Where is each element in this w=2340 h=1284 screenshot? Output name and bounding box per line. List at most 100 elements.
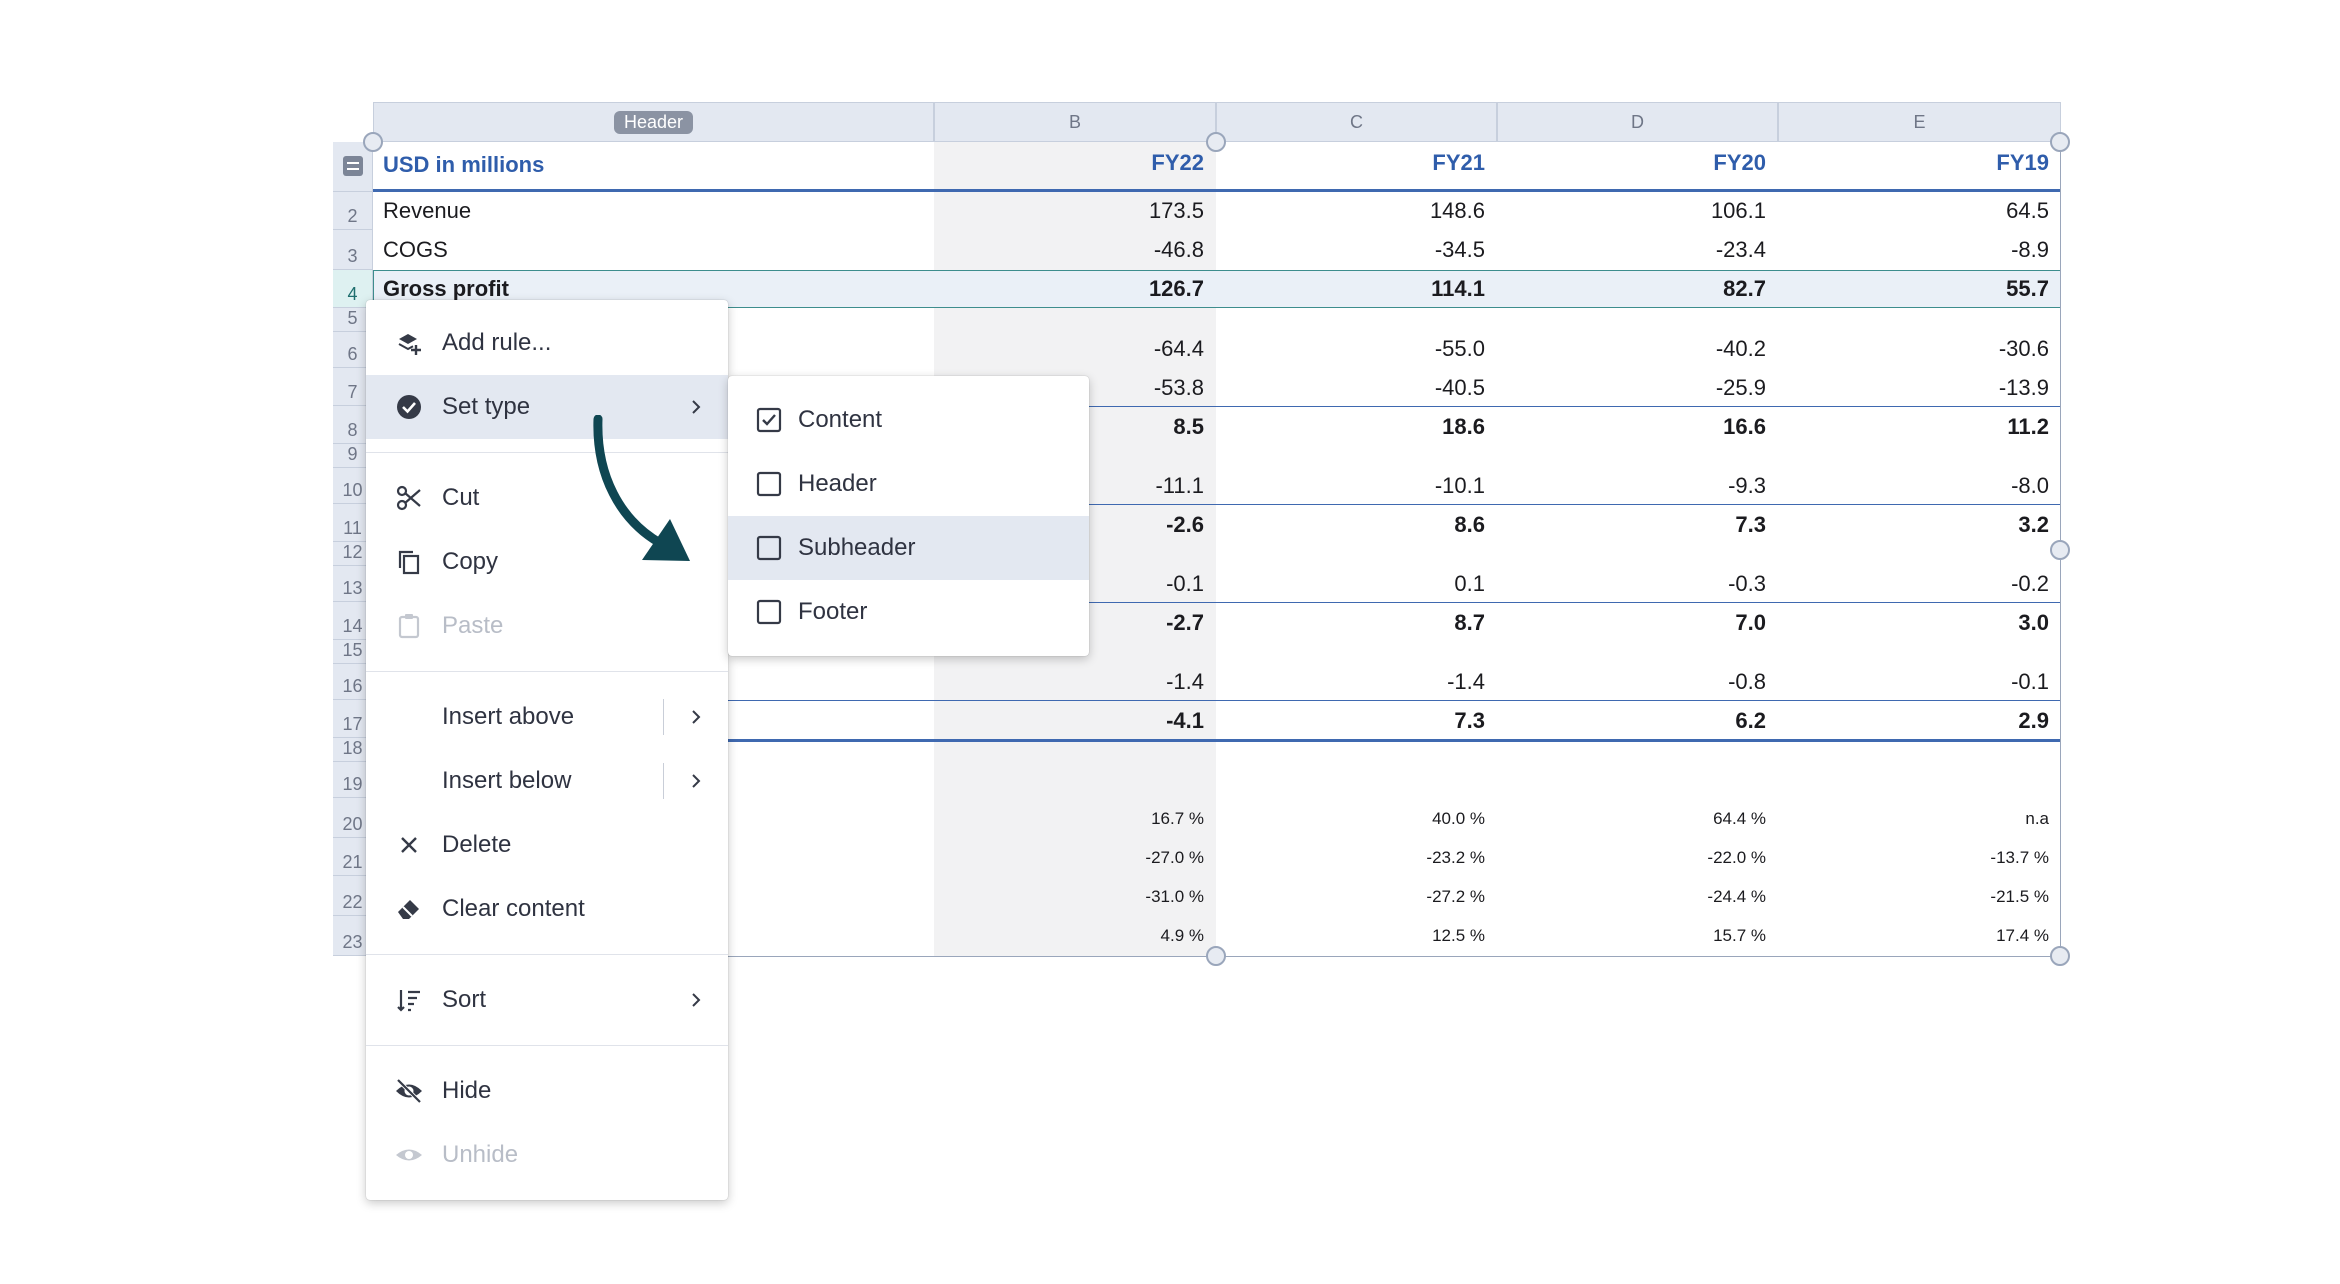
menu-item-label: Hide	[442, 1077, 492, 1104]
menu-item-paste[interactable]: Paste	[366, 594, 728, 658]
header-value: FY21	[1432, 150, 1485, 175]
cell-value: 3.0	[2018, 610, 2049, 635]
menu-separator	[366, 671, 728, 672]
chevron-right-icon	[692, 993, 701, 1007]
close-icon	[394, 830, 424, 860]
menu-item-divider	[663, 699, 664, 735]
cell-value: -31.0 %	[1145, 887, 1204, 906]
menu-item-hide[interactable]: Hide	[366, 1059, 728, 1123]
cell-value: -34.5	[1434, 237, 1485, 262]
cell-value: 3.2	[2018, 512, 2049, 537]
submenu-item-label: Content	[798, 406, 883, 433]
cell-value: -8.0	[2011, 473, 2049, 498]
menu-item-delete[interactable]: Delete	[366, 813, 728, 877]
column-header-d[interactable]: D	[1497, 102, 1778, 142]
row-menu-icon	[342, 155, 363, 176]
cell-value: -30.6	[1998, 336, 2049, 361]
eraser-icon	[394, 894, 424, 924]
submenu-item-header[interactable]: Header	[728, 452, 1089, 516]
cell-value: -0.1	[2011, 669, 2049, 694]
annotation-arrow-icon	[593, 415, 690, 561]
add-rule-icon	[394, 328, 424, 358]
column-header-b[interactable]: B	[934, 102, 1216, 142]
menu-item-label: Copy	[442, 548, 499, 575]
header-label: USD in millions	[383, 152, 545, 177]
cell-value: -4.1	[1166, 708, 1204, 733]
resize-handle[interactable]	[2050, 946, 2070, 966]
cell-value: -10.1	[1434, 473, 1485, 498]
cell-value: -1.4	[1166, 669, 1204, 694]
menu-item-clear-content[interactable]: Clear content	[366, 877, 728, 941]
submenu-item-content[interactable]: Content	[728, 388, 1089, 452]
menu-item-label: Clear content	[442, 895, 585, 922]
column-header-e[interactable]: E	[1778, 102, 2061, 142]
resize-handle[interactable]	[1206, 946, 1226, 966]
cell-value: 64.4 %	[1713, 809, 1766, 828]
cell-value: 55.7	[2006, 276, 2049, 301]
menu-item-insert-above[interactable]: Insert above	[366, 685, 728, 749]
cell-value: -13.9	[1998, 375, 2049, 400]
menu-item-label: Paste	[442, 612, 504, 639]
chevron-right-icon[interactable]	[686, 771, 706, 791]
menu-item-unhide[interactable]: Unhide	[366, 1123, 728, 1187]
set-type-submenu: Content Header Subheader Footer	[728, 376, 1089, 656]
checkbox-checked-icon	[754, 405, 784, 435]
cell-value: 17.4 %	[1996, 926, 2049, 945]
menu-item-label: Sort	[442, 986, 487, 1013]
cell-value: -22.0 %	[1707, 848, 1766, 867]
cell-value: -23.4	[1715, 237, 1766, 262]
cell-value: 126.7	[1148, 276, 1204, 301]
scissors-icon	[394, 483, 424, 513]
cell-value: -25.9	[1715, 375, 1766, 400]
cell-value: 8.6	[1454, 512, 1485, 537]
cell-value: 106.1	[1710, 198, 1766, 223]
cell-value: n.a	[2025, 809, 2049, 828]
resize-handle[interactable]	[363, 132, 383, 152]
cell-value: -40.5	[1434, 375, 1485, 400]
cell-value: 64.5	[2006, 198, 2049, 223]
menu-item-label: Cut	[442, 484, 480, 511]
cell-value: -21.5 %	[1990, 887, 2049, 906]
row-number[interactable]: 3	[333, 230, 373, 270]
sort-icon	[394, 985, 424, 1015]
cell-value: 40.0 %	[1432, 809, 1485, 828]
cell-value: -46.8	[1153, 237, 1204, 262]
column-header-c[interactable]: C	[1216, 102, 1497, 142]
menu-item-sort[interactable]: Sort	[366, 968, 728, 1032]
menu-item-add-rule[interactable]: Add rule...	[366, 311, 728, 375]
cell-value: 2.9	[2018, 708, 2049, 733]
cell-value: 173.5	[1148, 198, 1204, 223]
cell-value: 18.6	[1442, 414, 1485, 439]
submenu-item-footer[interactable]: Footer	[728, 580, 1089, 644]
resize-handle[interactable]	[2050, 132, 2070, 152]
cell-value: 11.2	[2007, 414, 2049, 439]
cell-value: 7.0	[1735, 610, 1766, 635]
cell-value: 82.7	[1723, 276, 1766, 301]
cell-value: 114.1	[1431, 276, 1485, 301]
header-value: FY19	[1996, 150, 2049, 175]
cell-value: -0.2	[2011, 571, 2049, 596]
chevron-right-icon[interactable]	[686, 707, 706, 727]
resize-handle[interactable]	[1206, 132, 1226, 152]
row-number[interactable]: 2	[333, 192, 373, 230]
clipboard-icon	[394, 611, 424, 641]
menu-separator	[366, 954, 728, 955]
checkbox-icon	[754, 597, 784, 627]
menu-item-divider	[663, 763, 664, 799]
submenu-item-subheader[interactable]: Subheader	[728, 516, 1089, 580]
chevron-right-icon	[692, 400, 701, 414]
menu-item-label: Insert below	[442, 767, 572, 794]
cell-value: 12.5 %	[1432, 926, 1485, 945]
header-divider	[373, 189, 2061, 192]
resize-handle[interactable]	[2050, 540, 2070, 560]
check-circle-icon	[394, 392, 424, 422]
cell-value: -9.3	[1728, 473, 1766, 498]
row-label: Gross profit	[383, 276, 509, 301]
menu-item-insert-below[interactable]: Insert below	[366, 749, 728, 813]
menu-item-label: Add rule...	[442, 329, 552, 356]
cell-value: 0.1	[1454, 571, 1485, 596]
header-value: FY22	[1151, 150, 1204, 175]
submenu-item-label: Header	[798, 470, 877, 497]
column-header-a[interactable]: Header	[373, 102, 934, 142]
cell-value: -27.0 %	[1145, 848, 1204, 867]
